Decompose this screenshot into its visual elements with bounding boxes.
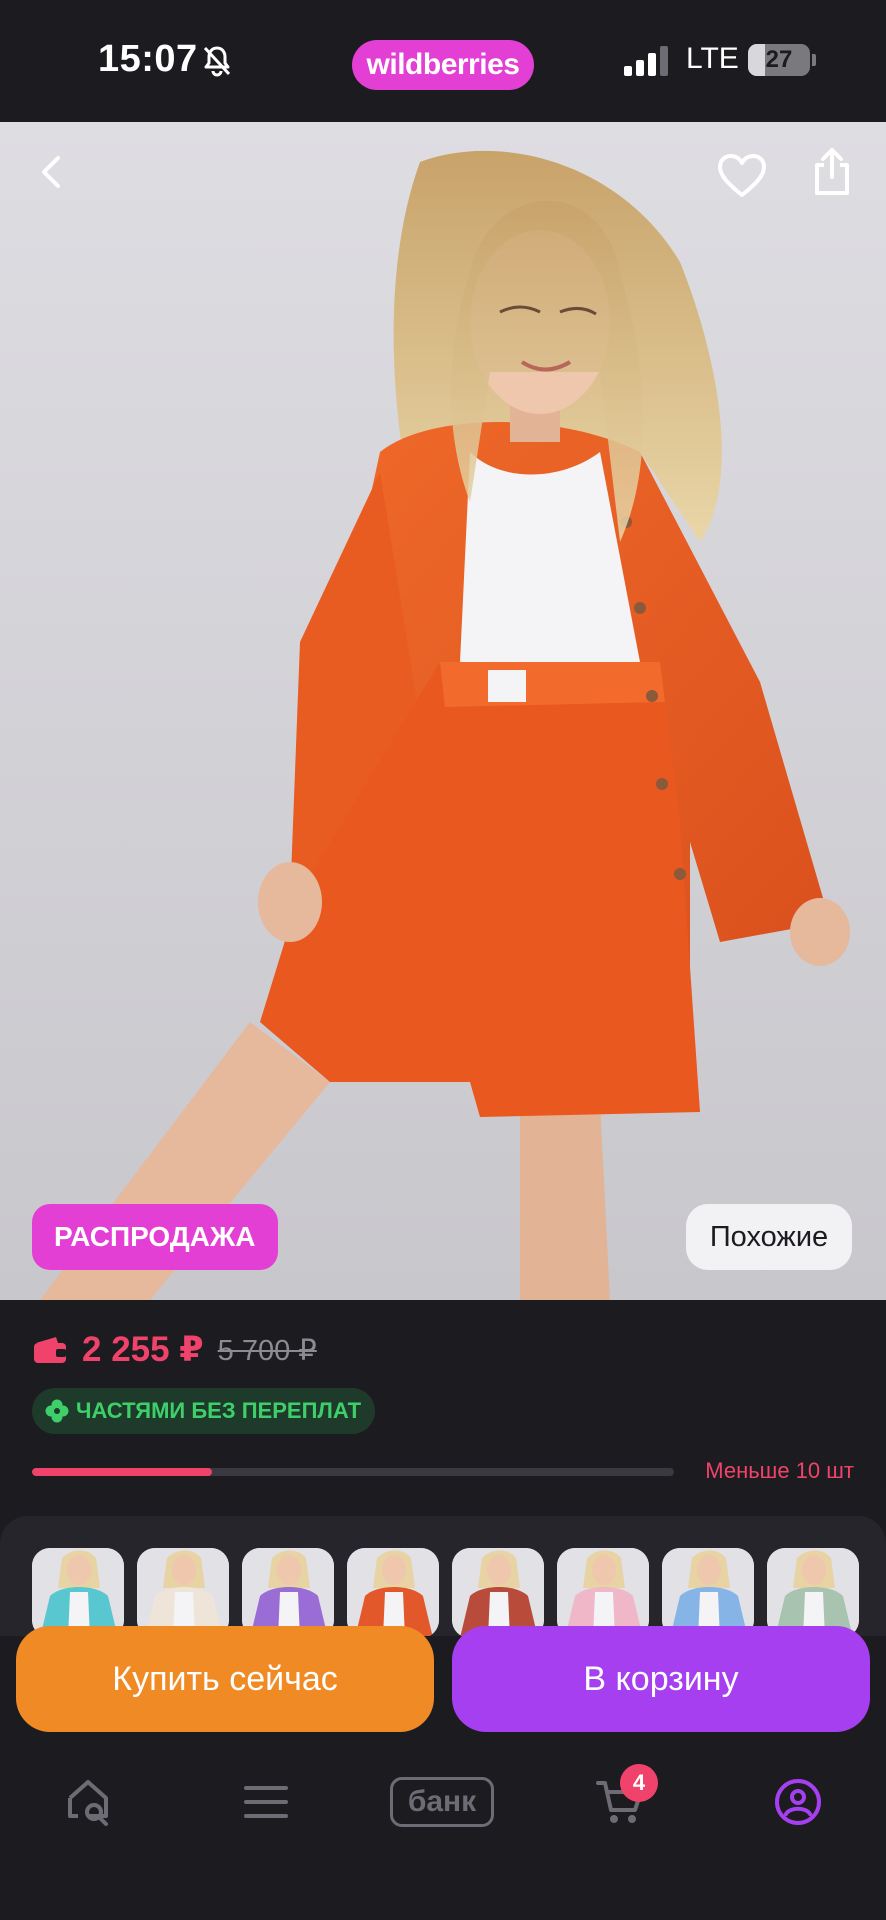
buy-now-button[interactable]: Купить сейчас bbox=[16, 1626, 434, 1732]
action-buttons: Купить сейчас В корзину bbox=[0, 1610, 886, 1750]
menu-icon bbox=[244, 1786, 288, 1818]
price-row: 2 255 ₽ 5 700 ₽ bbox=[32, 1330, 317, 1370]
favorite-button[interactable] bbox=[710, 144, 774, 208]
battery-percent: 27 bbox=[765, 46, 793, 73]
current-price: 2 255 ₽ bbox=[82, 1330, 204, 1369]
sale-badge: РАСПРОДАЖА bbox=[32, 1204, 278, 1270]
old-price: 5 700 ₽ bbox=[217, 1334, 317, 1367]
cart-count-badge: 4 bbox=[620, 1764, 658, 1802]
bank-icon: банк bbox=[390, 1777, 494, 1827]
bank-label: банк bbox=[407, 1785, 477, 1818]
status-bar: 15:07 wildberries LTE 27 bbox=[0, 0, 886, 122]
tab-bank[interactable]: банк bbox=[390, 1770, 494, 1834]
product-photo[interactable]: РАСПРОДАЖА Похожие bbox=[0, 122, 886, 1300]
network-type: LTE bbox=[686, 42, 739, 75]
share-icon bbox=[815, 148, 849, 195]
back-chevron-icon bbox=[42, 156, 60, 188]
stock-progress-fill bbox=[32, 1468, 212, 1476]
tab-home[interactable] bbox=[58, 1770, 122, 1834]
share-button[interactable] bbox=[800, 140, 864, 204]
signal-icon bbox=[624, 46, 668, 76]
clover-icon bbox=[45, 1399, 69, 1423]
tab-profile[interactable] bbox=[766, 1770, 830, 1834]
battery-cap bbox=[812, 54, 816, 66]
tab-bar: банк 4 bbox=[0, 1750, 886, 1920]
installments-badge[interactable]: ЧАСТЯМИ БЕЗ ПЕРЕПЛАТ bbox=[32, 1388, 376, 1434]
price-section: 2 255 ₽ 5 700 ₽ ЧАСТЯМИ БЕЗ ПЕРЕПЛАТ Мен… bbox=[0, 1300, 886, 1506]
battery-icon: 27 bbox=[748, 44, 810, 76]
home-search-icon bbox=[68, 1780, 108, 1826]
back-button[interactable] bbox=[20, 140, 84, 204]
product-screen: 15:07 wildberries LTE 27 РАСПРОДАЖА Похо… bbox=[0, 0, 886, 1920]
battery-level bbox=[748, 44, 765, 76]
tab-catalog[interactable] bbox=[234, 1770, 298, 1834]
add-to-cart-button[interactable]: В корзину bbox=[452, 1626, 870, 1732]
bell-slash-icon bbox=[203, 46, 231, 77]
stock-text: Меньше 10 шт bbox=[705, 1458, 854, 1483]
status-time: 15:07 bbox=[98, 38, 198, 80]
similar-button[interactable]: Похожие bbox=[686, 1204, 852, 1270]
installments-label: ЧАСТЯМИ БЕЗ ПЕРЕПЛАТ bbox=[76, 1398, 362, 1423]
wallet-icon bbox=[34, 1337, 66, 1363]
model-photo bbox=[0, 122, 886, 1300]
stock-progress-bar bbox=[32, 1468, 674, 1476]
brand-logo: wildberries bbox=[352, 40, 534, 90]
profile-icon bbox=[775, 1779, 821, 1825]
heart-icon bbox=[718, 154, 766, 197]
